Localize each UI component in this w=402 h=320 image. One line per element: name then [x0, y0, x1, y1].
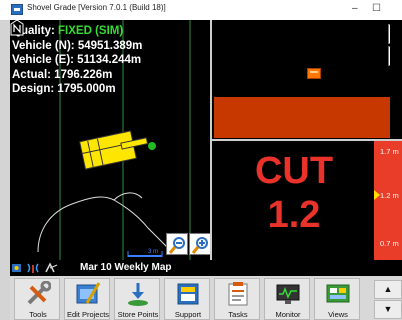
- excavator-icon: [79, 130, 156, 170]
- minimize-button[interactable]: –: [352, 3, 358, 15]
- scroll-up-button[interactable]: ▲: [374, 280, 402, 299]
- position-readout: Quality: FIXED (SIM) Vehicle (N): 54951.…: [12, 24, 142, 97]
- profile-view[interactable]: [214, 22, 390, 138]
- profile-zoom-out-button[interactable]: [388, 24, 390, 44]
- zoom-out-icon: [168, 237, 185, 254]
- zoom-in-icon: [191, 237, 208, 254]
- design-elevation: Design: 1795.000m: [12, 83, 116, 95]
- tasks-button[interactable]: Tasks: [214, 278, 260, 320]
- map-name: Mar 10 Weekly Map: [80, 262, 172, 273]
- tools-button[interactable]: Tools: [14, 278, 60, 320]
- zoom-out-button[interactable]: [166, 233, 188, 255]
- bar-bottom-value: 0.7 m: [380, 239, 399, 248]
- views-button[interactable]: Views: [314, 278, 360, 320]
- cut-section: [214, 97, 390, 138]
- window-title: Shovel Grade [Version 7.0.1 (Build 18)]: [27, 3, 166, 12]
- actual-elevation: Actual: 1796.226m: [12, 68, 113, 81]
- views-icon: [326, 284, 350, 303]
- bottom-toolbar: Tools Edit Projects Store Points Support: [10, 276, 402, 320]
- plan-map[interactable]: Quality: FIXED (SIM) Vehicle (N): 54951.…: [10, 20, 212, 260]
- bar-mid-value: 1.2 m: [380, 191, 399, 200]
- quality-line: Quality: FIXED (SIM): [12, 24, 142, 39]
- scroll-down-button[interactable]: ▼: [374, 300, 402, 319]
- bucket-marker: [307, 68, 321, 79]
- edit-projects-button[interactable]: Edit Projects: [64, 278, 110, 320]
- north-arrow-icon[interactable]: [10, 20, 24, 36]
- support-button[interactable]: Support: [164, 278, 210, 320]
- views-label: Views: [328, 310, 348, 319]
- wrench-icon: [27, 281, 51, 305]
- monitor-button[interactable]: Monitor: [264, 278, 310, 320]
- bar-top-value: 1.7 m: [380, 147, 399, 156]
- vehicle-north: Vehicle (N): 54951.389m: [12, 39, 143, 52]
- app-icon: [11, 4, 23, 15]
- cut-value: 1.2: [267, 194, 321, 236]
- profile-zoom-in-button[interactable]: [388, 46, 390, 66]
- radio-icon: [27, 263, 31, 273]
- cut-label: CUT: [254, 150, 334, 192]
- status-icons: [12, 262, 58, 273]
- main-view: Quality: FIXED (SIM) Vehicle (N): 54951.…: [10, 20, 402, 260]
- cut-fill-panel: CUT 1.2: [214, 141, 374, 260]
- grade-bar: 1.7 m 1.2 m 0.7 m: [374, 141, 402, 260]
- scale-label: 3 m: [148, 249, 159, 255]
- panel-divider-horizontal: [212, 139, 402, 141]
- maximize-button[interactable]: ☐: [372, 3, 381, 15]
- support-icon: [177, 283, 199, 305]
- edit-projects-icon: [76, 282, 101, 304]
- zoom-in-button[interactable]: [189, 233, 211, 255]
- status-bar: Mar 10 Weekly Map: [10, 260, 402, 276]
- store-points-button[interactable]: Store Points: [114, 278, 160, 320]
- monitor-icon: [276, 284, 300, 304]
- vehicle-east: Vehicle (E): 51134.244m: [12, 54, 142, 66]
- tasks-icon: [228, 282, 248, 306]
- title-bar: Shovel Grade [Version 7.0.1 (Build 18)] …: [0, 0, 402, 21]
- quality-value: FIXED (SIM): [58, 25, 124, 37]
- store-points-icon: [128, 283, 148, 306]
